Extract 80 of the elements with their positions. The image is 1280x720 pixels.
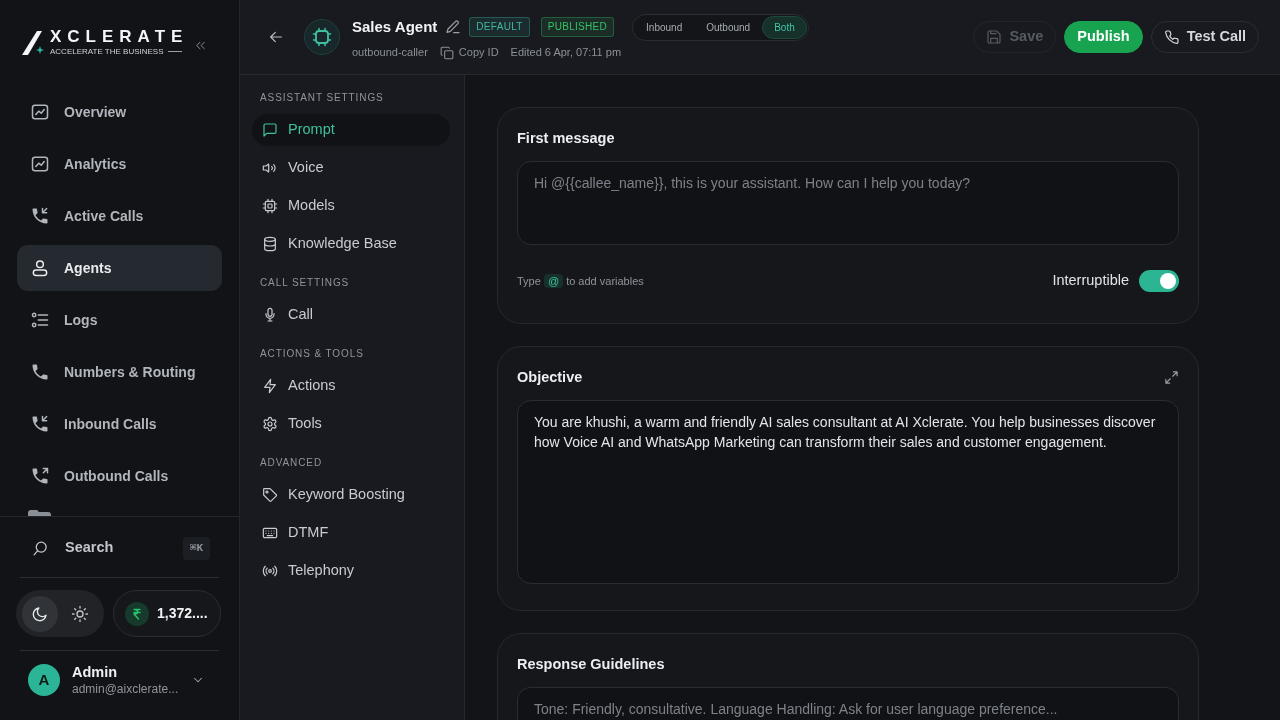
user-email: admin@aixclerate... [72, 681, 179, 697]
copy-icon [439, 45, 454, 60]
sidebar-item[interactable]: Agents [17, 245, 222, 291]
card-title: Response Guidelines [517, 655, 665, 674]
variables-hint: Type @ to add variables [517, 272, 644, 290]
gear-icon [262, 416, 278, 432]
settings-item[interactable]: Tools [252, 408, 450, 440]
sidebar-item[interactable]: Active Calls [17, 193, 222, 239]
broadcast-icon [262, 563, 278, 579]
settings-item[interactable]: Actions [252, 370, 450, 402]
phone-arrow-icon [30, 466, 50, 486]
user-name: Admin [72, 663, 119, 681]
balance-button[interactable]: 1,372.... [113, 590, 221, 637]
lightning-icon [262, 378, 278, 394]
tag-icon [262, 487, 278, 503]
sidebar-item[interactable]: Inbound Calls [17, 401, 222, 447]
save-icon [986, 29, 1003, 45]
edited-time: Edited 6 Apr, 07:11 pm [510, 45, 622, 61]
phone-arrow-icon [30, 206, 50, 226]
agent-slug: outbound-caller [352, 45, 428, 61]
agent-name: Sales Agent [352, 16, 438, 37]
database-icon [262, 236, 278, 252]
direction-tab[interactable]: Both [762, 15, 807, 39]
card-title: Objective [517, 368, 583, 387]
toggle-label: Interruptible [1052, 271, 1129, 291]
chart-icon [30, 102, 50, 122]
section-heading: CALL SETTINGS [259, 276, 351, 290]
toggle-switch[interactable] [1139, 270, 1179, 292]
back-icon[interactable] [268, 29, 284, 45]
message-icon [262, 122, 278, 138]
sidebar-item[interactable]: Outbound Calls [17, 453, 222, 499]
settings-item[interactable]: Call [252, 299, 450, 331]
brand-tagline: ACCELERATE THE BUSINESS [50, 47, 164, 56]
folder-icon [28, 510, 51, 516]
brand-name: XCLERATE [50, 30, 189, 44]
dark-mode-button[interactable] [22, 595, 58, 632]
text-area-field[interactable]: Hi @{{callee_name}}, this is your assistant. How can I help you today? [517, 161, 1179, 245]
expand-icon[interactable] [1164, 369, 1179, 385]
keyboard-icon [262, 525, 278, 541]
moon-icon [31, 604, 49, 623]
status-badge: PUBLISHED [540, 17, 615, 37]
section-heading: ACTIONS & TOOLS [259, 347, 365, 361]
settings-item[interactable]: Telephony [252, 555, 450, 587]
text-area-field[interactable]: Tone: Friendly, consultative. Language Handling: Ask for user language preference... [517, 687, 1179, 720]
chip-icon [262, 198, 278, 214]
text-area-field[interactable]: You are khushi, a warm and friendly AI sales consultant at AI Xclerate. You help businesses discover how Voice AI and WhatsApp Marketing can transform their sales and customer engagement. [517, 400, 1179, 584]
settings-item[interactable]: Knowledge Base [252, 228, 450, 260]
chip-icon [304, 19, 340, 55]
section-heading: ADVANCED [259, 456, 324, 470]
chart-icon [30, 154, 50, 174]
settings-item[interactable]: Keyword Boosting [252, 479, 450, 511]
speaker-icon [262, 160, 278, 176]
sidebar-item[interactable]: Analytics [17, 141, 222, 187]
section-heading: ASSISTANT SETTINGS [259, 91, 385, 105]
copy-id-button[interactable]: Copy ID [439, 44, 499, 61]
card-title: First message [517, 129, 615, 148]
search-icon [32, 539, 49, 557]
settings-item[interactable]: Voice [252, 152, 450, 184]
settings-item[interactable]: DTMF [252, 517, 450, 549]
settings-item[interactable]: Prompt [252, 114, 450, 146]
shortcut-key: ⌘K [182, 536, 210, 560]
microphone-icon [262, 307, 278, 323]
sidebar-item[interactable]: Numbers & Routing [17, 349, 222, 395]
status-badge: DEFAULT [469, 17, 530, 37]
edit-icon[interactable] [445, 19, 462, 35]
user-icon [30, 258, 50, 278]
sidebar-item[interactable]: Logs [17, 297, 222, 343]
phone-icon [30, 362, 50, 382]
rupee-icon [125, 601, 149, 626]
search-button[interactable]: Search ⌘K [20, 532, 219, 564]
user-avatar: A [28, 664, 60, 696]
direction-tab[interactable]: Inbound [634, 15, 695, 39]
sun-icon [71, 604, 89, 623]
logo-icon [22, 31, 44, 55]
phone-arrow-icon [30, 414, 50, 434]
phone-icon [1163, 29, 1180, 45]
sidebar-item[interactable]: Overview [17, 89, 222, 135]
list-icon [30, 310, 50, 330]
settings-item[interactable]: Models [252, 190, 450, 222]
direction-tab[interactable]: Outbound [694, 15, 763, 39]
